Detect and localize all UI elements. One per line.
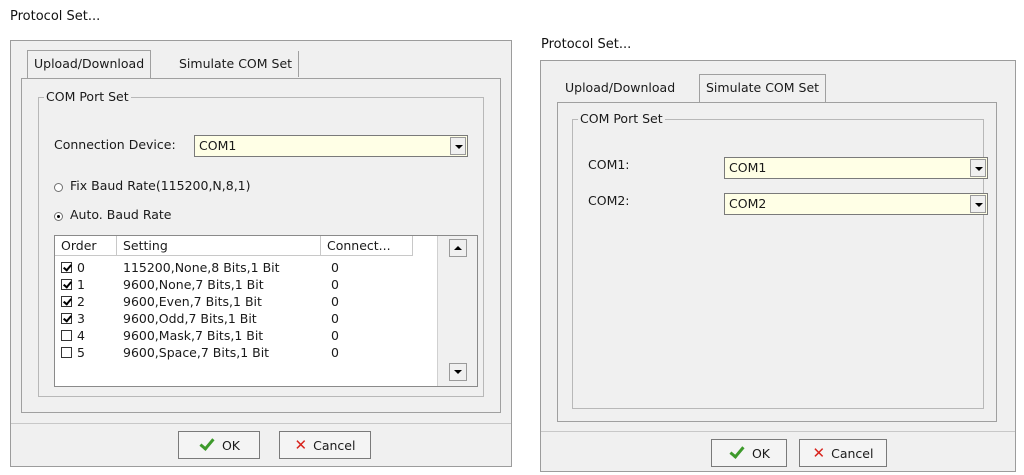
right-footer-divider (541, 431, 1015, 432)
left-cancel-button[interactable]: ✕ Cancel (279, 431, 371, 459)
chevron-down-icon[interactable] (970, 195, 986, 213)
right-cancel-label: Cancel (831, 445, 874, 461)
table-row[interactable]: 1 9600,None,7 Bits,1 Bit 0 (55, 277, 435, 293)
row-setting: 9600,Space,7 Bits,1 Bit (123, 345, 270, 360)
row-setting: 9600,Odd,7 Bits,1 Bit (123, 311, 257, 326)
table-row[interactable]: 5 9600,Space,7 Bits,1 Bit 0 (55, 345, 435, 361)
table-row[interactable]: 0 115200,None,8 Bits,1 Bit 0 (55, 260, 435, 276)
row-checkbox[interactable] (61, 313, 72, 324)
table-row[interactable]: 3 9600,Odd,7 Bits,1 Bit 0 (55, 311, 435, 327)
left-tab-panel: COM Port Set Connection Device: COM1 Fix… (21, 78, 501, 413)
row-setting: 9600,Even,7 Bits,1 Bit (123, 294, 262, 309)
com2-select[interactable]: COM2 (724, 193, 988, 215)
fix-baud-rate-label: Fix Baud Rate(115200,N,8,1) (70, 178, 251, 193)
x-icon: ✕ (294, 436, 308, 454)
row-checkbox[interactable] (61, 330, 72, 341)
list-scrollbar[interactable] (437, 236, 477, 386)
chevron-down-icon[interactable] (970, 159, 986, 177)
left-tabstrip: Upload/Download Simulate COM Set (21, 50, 501, 78)
table-row[interactable]: 2 9600,Even,7 Bits,1 Bit 0 (55, 294, 435, 310)
row-checkbox[interactable] (61, 279, 72, 290)
left-dialog: Upload/Download Simulate COM Set COM Por… (10, 40, 512, 467)
radio-auto-baud-rate[interactable] (54, 212, 63, 221)
row-checkbox[interactable] (61, 347, 72, 358)
row-connect: 0 (331, 311, 339, 326)
right-dialog: Upload/Download Simulate COM Set COM Por… (540, 60, 1016, 472)
table-row[interactable]: 4 9600,Mask,7 Bits,1 Bit 0 (55, 328, 435, 344)
row-order: 0 (77, 260, 85, 275)
right-ok-button[interactable]: OK (711, 439, 787, 467)
row-order: 3 (77, 311, 85, 326)
row-setting: 9600,None,7 Bits,1 Bit (123, 277, 264, 292)
scroll-down-icon[interactable] (449, 363, 467, 381)
com1-value: COM1 (729, 160, 767, 175)
column-header-order[interactable]: Order (55, 236, 117, 256)
row-setting: 115200,None,8 Bits,1 Bit (123, 260, 280, 275)
right-window-title: Protocol Set... (541, 37, 632, 52)
tab-simulate-com-set[interactable]: Simulate COM Set (173, 51, 300, 77)
left-cancel-label: Cancel (313, 437, 356, 453)
left-ok-label: OK (221, 437, 241, 453)
left-group-title: COM Port Set (44, 89, 131, 104)
com1-label: COM1: (588, 157, 630, 172)
left-window-title: Protocol Set... (10, 9, 101, 24)
connection-device-select[interactable]: COM1 (194, 135, 468, 157)
row-connect: 0 (331, 260, 339, 275)
column-header-setting[interactable]: Setting (117, 236, 321, 256)
row-connect: 0 (331, 277, 339, 292)
right-tab-panel: COM Port Set COM1: COM1 COM2: COM2 (557, 102, 997, 422)
com2-label: COM2: (588, 193, 630, 208)
row-checkbox[interactable] (61, 296, 72, 307)
row-order: 2 (77, 294, 85, 309)
tab-upload-download[interactable]: Upload/Download (27, 50, 152, 78)
check-icon (728, 446, 746, 460)
right-cancel-button[interactable]: ✕ Cancel (799, 439, 887, 467)
row-order: 4 (77, 328, 85, 343)
row-order: 1 (77, 277, 85, 292)
connection-device-label: Connection Device: (54, 137, 176, 152)
scroll-up-icon[interactable] (449, 239, 467, 257)
row-order: 5 (77, 345, 85, 360)
com1-select[interactable]: COM1 (724, 157, 988, 179)
com2-value: COM2 (729, 196, 767, 211)
left-ok-button[interactable]: OK (178, 431, 260, 459)
row-checkbox[interactable] (61, 262, 72, 273)
right-ok-label: OK (751, 445, 771, 461)
x-icon: ✕ (812, 444, 826, 462)
right-tabstrip: Upload/Download Simulate COM Set (557, 74, 997, 102)
column-header-connect[interactable]: Connect... (321, 236, 413, 256)
check-icon (198, 438, 216, 452)
tab-upload-download[interactable]: Upload/Download (559, 75, 681, 101)
row-connect: 0 (331, 345, 339, 360)
connection-device-value: COM1 (199, 138, 237, 153)
tab-simulate-com-set[interactable]: Simulate COM Set (699, 74, 827, 102)
auto-baud-rate-label: Auto. Baud Rate (70, 207, 172, 222)
row-connect: 0 (331, 294, 339, 309)
right-group-title: COM Port Set (578, 111, 665, 126)
radio-fix-baud-rate[interactable] (54, 183, 63, 192)
row-setting: 9600,Mask,7 Bits,1 Bit (123, 328, 264, 343)
chevron-down-icon[interactable] (450, 137, 466, 155)
baud-rate-list[interactable]: Order Setting Connect... 0 115200,None,8… (54, 235, 478, 387)
row-connect: 0 (331, 328, 339, 343)
left-footer-divider (11, 423, 511, 424)
